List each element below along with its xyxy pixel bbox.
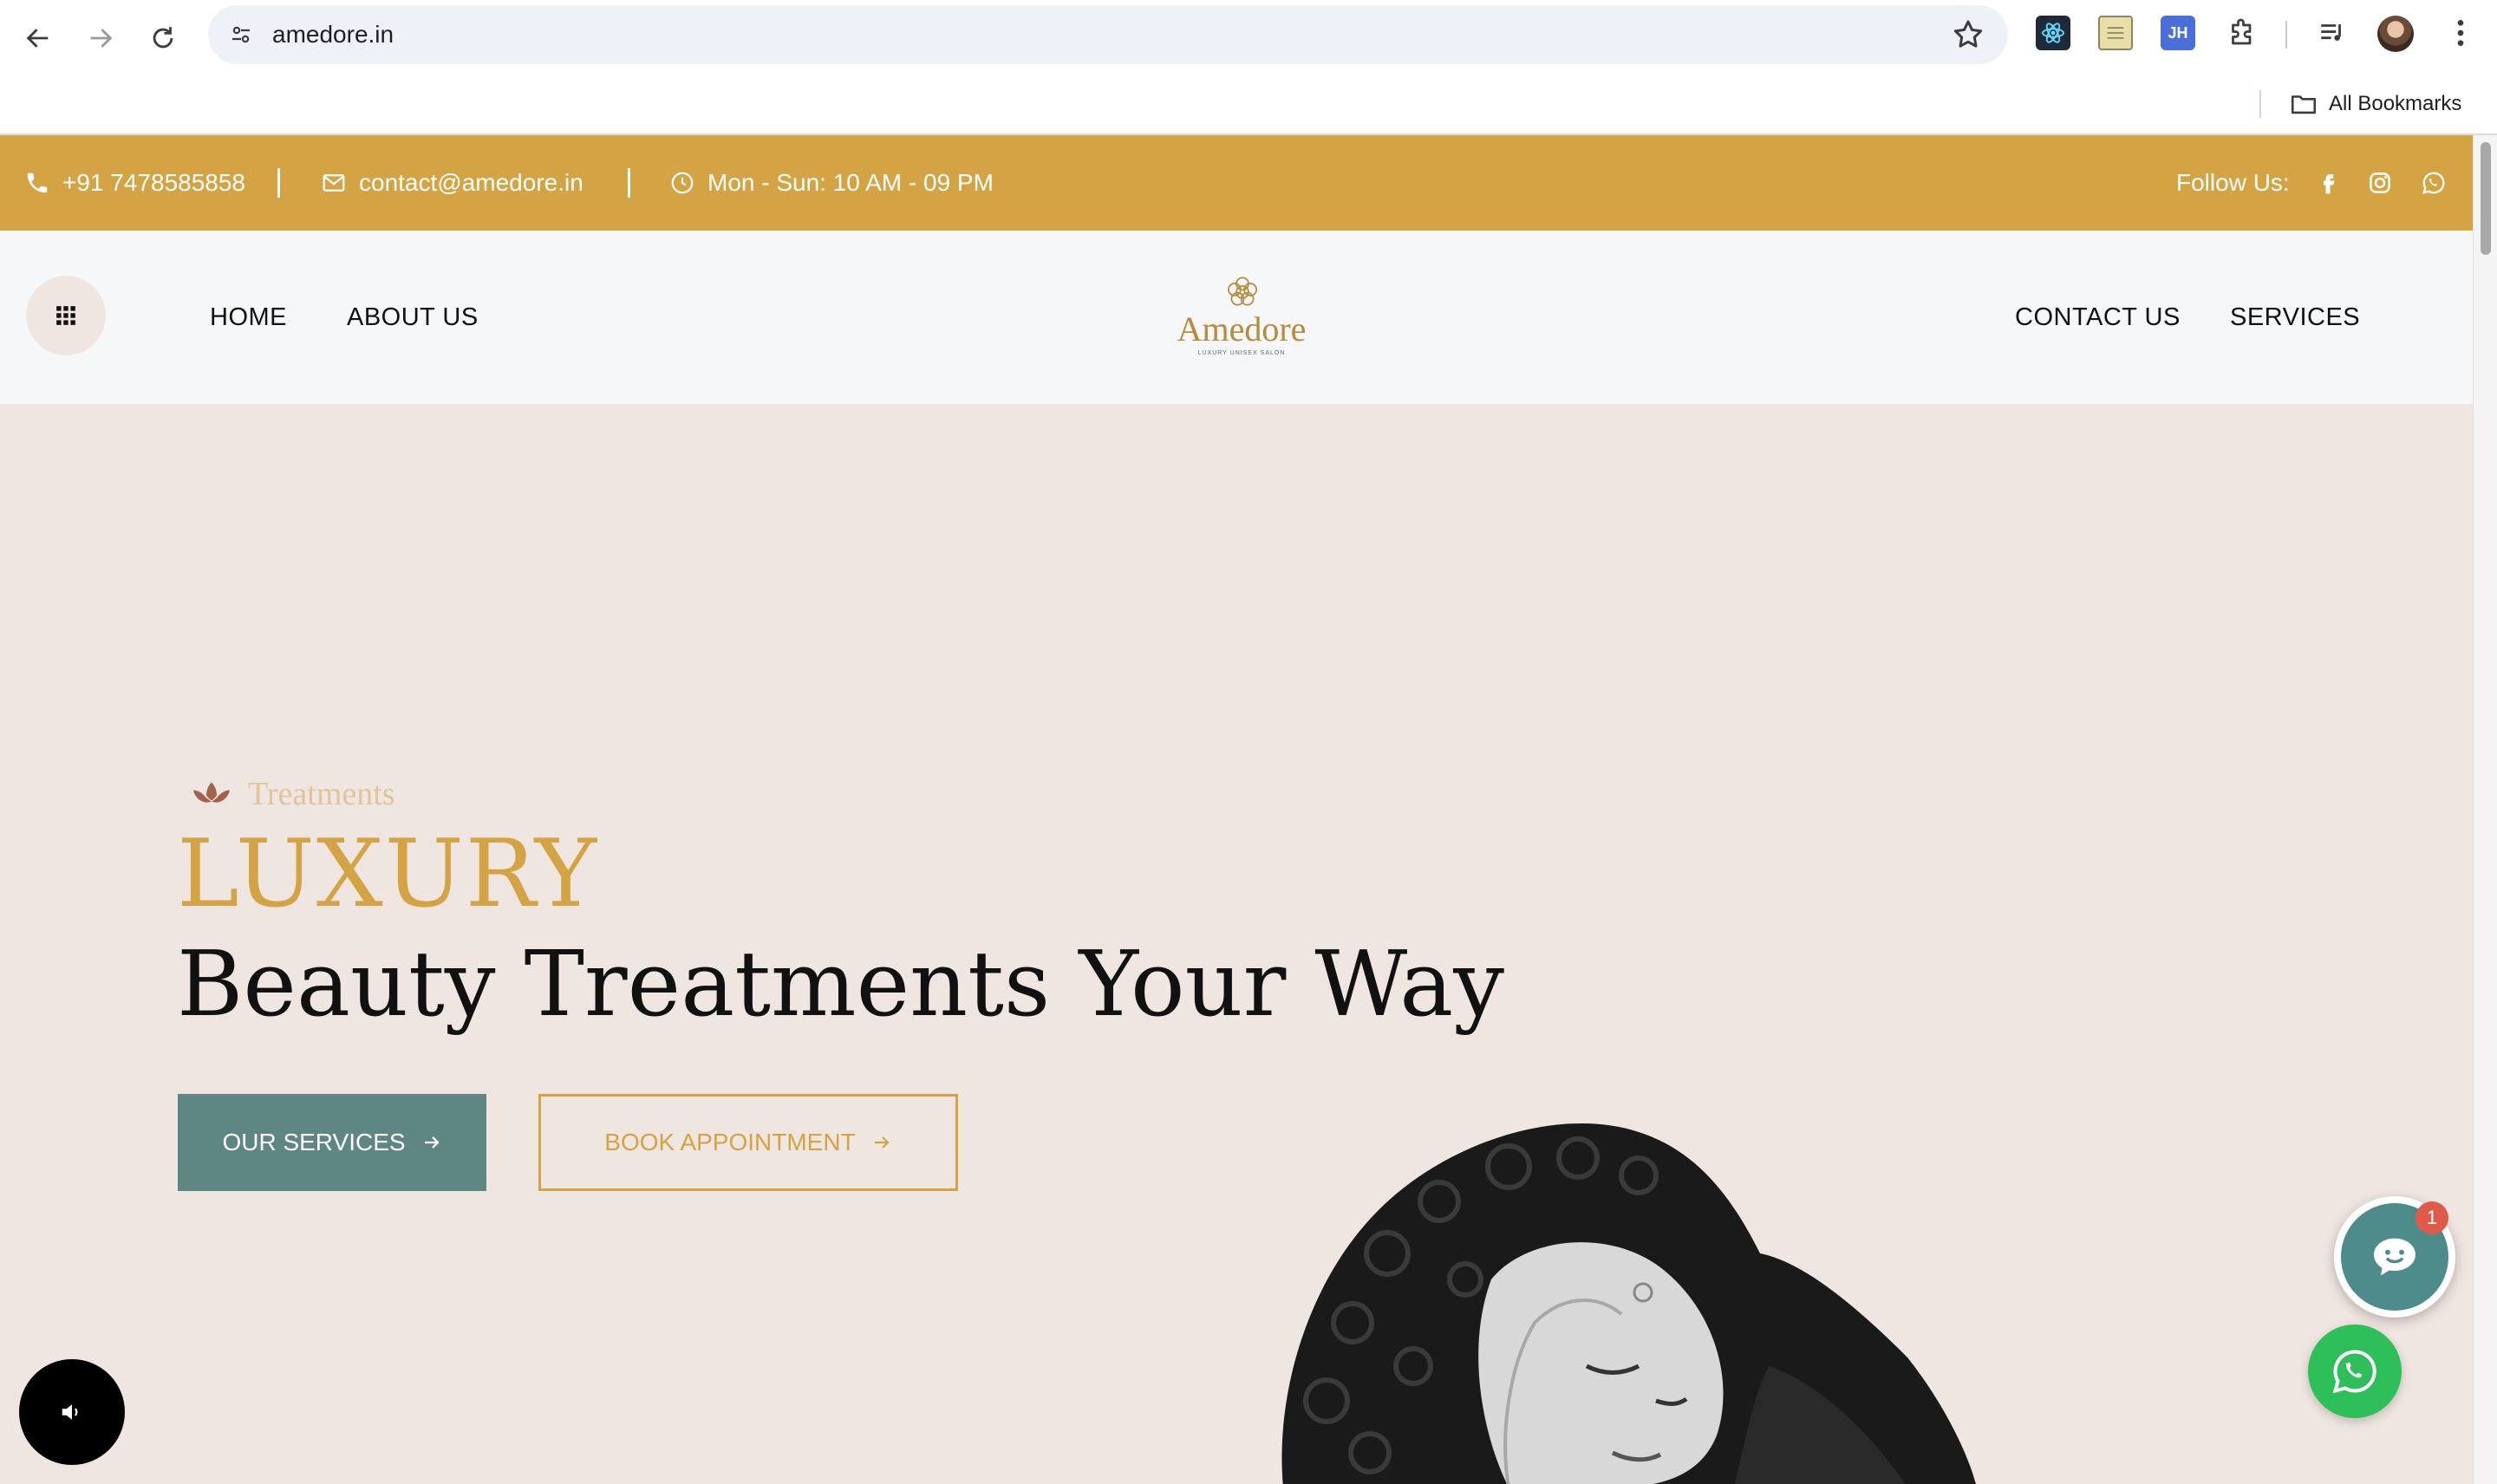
site-logo[interactable]: Amedore LUXURY UNISEX SALON xyxy=(1170,274,1313,361)
flower-logo-icon xyxy=(1228,277,1257,306)
folder-icon xyxy=(2291,95,2317,114)
phone-number: +91 7478585858 xyxy=(62,169,245,196)
address-bar[interactable]: amedore.in xyxy=(208,5,2008,64)
hero-eyebrow: Treatments xyxy=(191,775,395,813)
email-address: contact@amedore.in xyxy=(359,169,584,196)
phone-link[interactable]: +91 7478585858 xyxy=(24,135,245,231)
topbar-divider xyxy=(277,168,280,198)
topbar-divider xyxy=(628,168,630,198)
hero-eyebrow-text: Treatments xyxy=(248,776,395,812)
toolbar-divider xyxy=(2285,21,2287,49)
arrow-left-icon xyxy=(26,29,49,48)
whatsapp-link[interactable] xyxy=(2417,166,2450,199)
speaker-icon xyxy=(62,1404,78,1420)
hero-portrait-image xyxy=(1281,1123,1976,1484)
star-icon[interactable] xyxy=(1951,17,1985,52)
arrow-right-icon xyxy=(424,1136,440,1149)
whatsapp-icon xyxy=(2332,1350,2376,1394)
whatsapp-float-button[interactable] xyxy=(2308,1325,2402,1418)
playlist-icon xyxy=(2321,24,2341,41)
facebook-link[interactable] xyxy=(2311,166,2344,199)
arrow-right-icon xyxy=(874,1136,890,1149)
page-viewport: +91 7478585858 contact@amedore.in Mon - … xyxy=(0,135,2497,1484)
chat-notification-badge: 1 xyxy=(2416,1201,2448,1234)
our-services-button[interactable]: OUR SERVICES xyxy=(178,1094,486,1191)
grid-icon xyxy=(56,306,75,325)
clock-icon xyxy=(671,172,694,194)
instagram-link[interactable] xyxy=(2363,166,2396,199)
whatsapp-icon xyxy=(2422,172,2445,194)
scrollbar-thumb[interactable] xyxy=(2481,142,2491,255)
logo-wordmark: Amedore xyxy=(1177,309,1307,348)
bookmarks-divider xyxy=(2259,90,2261,118)
nav-about-us[interactable]: ABOUT US xyxy=(347,231,479,404)
sheet-extension-icon[interactable] xyxy=(2098,16,2133,50)
page-scrollbar[interactable] xyxy=(2473,135,2497,1484)
top-info-bar: +91 7478585858 contact@amedore.in Mon - … xyxy=(0,135,2473,231)
back-button[interactable] xyxy=(14,14,62,62)
instagram-icon xyxy=(2370,172,2390,193)
puzzle-icon xyxy=(2232,18,2252,45)
book-appointment-label: BOOK APPOINTMENT xyxy=(604,1129,856,1155)
book-appointment-button[interactable]: BOOK APPOINTMENT xyxy=(538,1094,958,1191)
opening-hours: Mon - Sun: 10 AM - 09 PM xyxy=(669,135,994,231)
phone-icon xyxy=(27,172,48,193)
follow-us-label: Follow Us: xyxy=(2176,169,2290,196)
hours-text: Mon - Sun: 10 AM - 09 PM xyxy=(707,169,994,196)
react-icon xyxy=(2042,23,2064,43)
url-text[interactable]: amedore.in xyxy=(272,5,394,64)
mail-icon xyxy=(323,174,345,192)
chat-icon xyxy=(2374,1238,2416,1276)
nav-services[interactable]: SERVICES xyxy=(2230,231,2360,404)
forward-button[interactable] xyxy=(76,14,125,62)
email-link[interactable]: contact@amedore.in xyxy=(321,135,584,231)
jh-extension-icon[interactable]: JH xyxy=(2161,16,2195,50)
menu-grid-button[interactable] xyxy=(26,276,106,355)
nav-contact-us[interactable]: CONTACT US xyxy=(2015,231,2181,404)
main-navigation: HOME ABOUT US Amedore LUXURY UNISEX SALO… xyxy=(0,231,2473,404)
more-menu-icon[interactable] xyxy=(2443,16,2478,50)
reload-button[interactable] xyxy=(139,14,187,62)
sound-toggle-button[interactable] xyxy=(19,1359,125,1465)
reload-icon xyxy=(153,27,173,49)
logo-tagline: LUXURY UNISEX SALON xyxy=(1197,350,1286,356)
all-bookmarks-label: All Bookmarks xyxy=(2329,92,2462,115)
tune-icon xyxy=(232,26,250,43)
site-info-button[interactable] xyxy=(220,14,262,55)
lotus-icon xyxy=(193,782,230,803)
extensions-button[interactable] xyxy=(2225,16,2259,50)
spreadsheet-icon xyxy=(2107,27,2124,39)
react-devtools-extension-icon[interactable] xyxy=(2036,16,2070,50)
nav-home[interactable]: HOME xyxy=(210,231,287,404)
hero-title: Beauty Treatments Your Way xyxy=(177,931,1504,1037)
hero-title-accent: LUXURY xyxy=(177,820,599,928)
arrow-right-icon xyxy=(90,29,113,48)
facebook-icon xyxy=(2324,174,2335,194)
our-services-label: OUR SERVICES xyxy=(222,1129,406,1155)
all-bookmarks-button[interactable]: All Bookmarks xyxy=(2289,85,2461,123)
browser-chrome: amedore.in JH All Bookmarks xyxy=(0,0,2497,135)
profile-avatar[interactable] xyxy=(2377,16,2414,52)
media-controls-button[interactable] xyxy=(2315,16,2350,50)
